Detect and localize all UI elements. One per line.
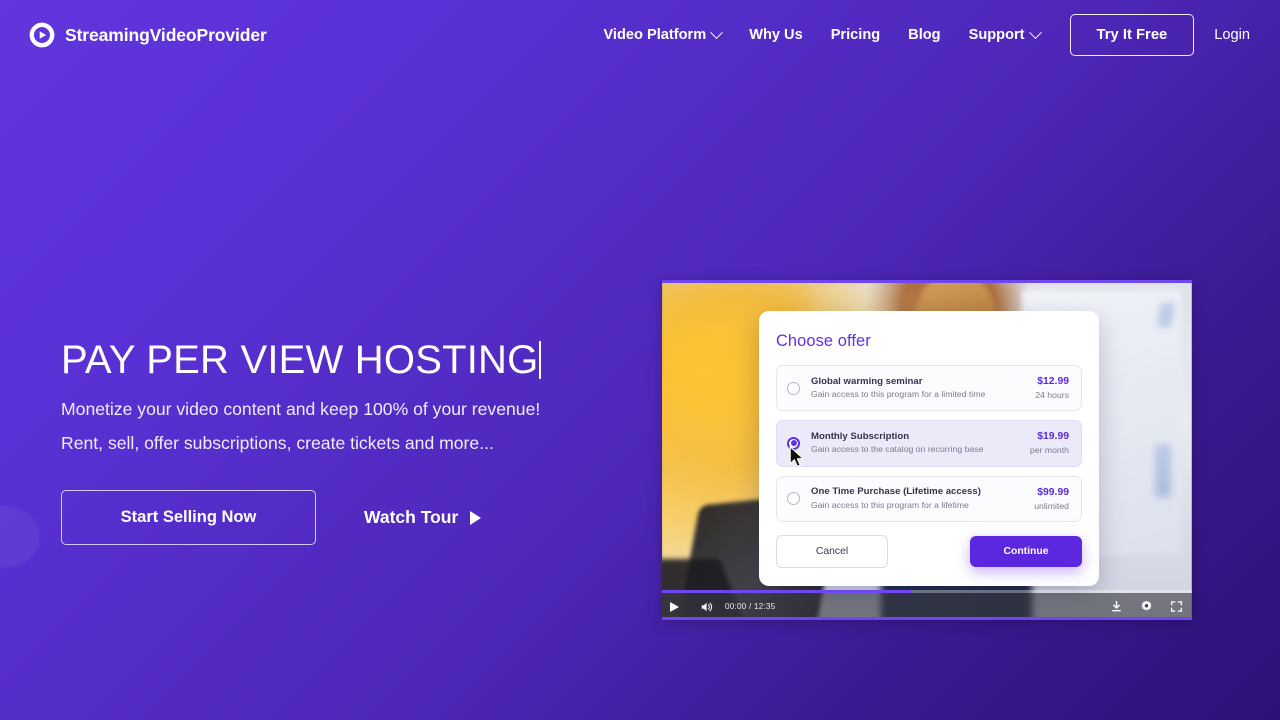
offer-texts: One Time Purchase (Lifetime access) Gain… bbox=[811, 486, 1026, 511]
nav-label: Support bbox=[968, 27, 1025, 43]
start-selling-now-button[interactable]: Start Selling Now bbox=[61, 490, 316, 546]
continue-button[interactable]: Continue bbox=[970, 535, 1082, 567]
offer-texts: Global warming seminar Gain access to th… bbox=[811, 376, 1027, 401]
video-controls-left: 00:00 / 12:35 bbox=[670, 600, 775, 614]
brand-logo[interactable]: StreamingVideoProvider bbox=[28, 21, 267, 49]
offer-row-monthly-subscription[interactable]: Monthly Subscription Gain access to the … bbox=[776, 420, 1082, 467]
offer-pricing: $19.99 per month bbox=[1022, 430, 1069, 456]
watch-tour-label: Watch Tour bbox=[364, 507, 459, 528]
play-circle-icon bbox=[29, 22, 55, 48]
offer-description: Gain access to this program for a limite… bbox=[811, 389, 986, 400]
video-screen-mark bbox=[1157, 303, 1176, 328]
nav-item-pricing[interactable]: Pricing bbox=[817, 19, 894, 51]
fullscreen-icon[interactable] bbox=[1169, 600, 1183, 614]
offer-price: $99.99 bbox=[1037, 486, 1069, 498]
nav-label: Why Us bbox=[749, 27, 803, 43]
hero-subtitle-line-2: Rent, sell, offer subscriptions, create … bbox=[61, 432, 494, 453]
page-title-text: PAY PER VIEW HOSTING bbox=[61, 338, 539, 382]
nav-item-why-us[interactable]: Why Us bbox=[735, 19, 817, 51]
offer-description: Gain access to this program for a lifeti… bbox=[811, 499, 969, 510]
offer-texts: Monthly Subscription Gain access to the … bbox=[811, 431, 1022, 456]
player-top-accent bbox=[662, 280, 1192, 283]
play-icon[interactable] bbox=[670, 601, 679, 612]
login-link[interactable]: Login bbox=[1206, 19, 1256, 51]
brand-name: StreamingVideoProvider bbox=[65, 24, 267, 45]
nav-item-video-platform[interactable]: Video Platform bbox=[589, 19, 735, 51]
video-time-display: 00:00 / 12:35 bbox=[725, 602, 776, 611]
hero-content: PAY PER VIEW HOSTING Monetize your video… bbox=[61, 340, 631, 546]
radio-icon-selected[interactable] bbox=[787, 436, 800, 450]
dialog-title: Choose offer bbox=[776, 332, 871, 350]
gear-icon[interactable] bbox=[1139, 600, 1153, 614]
landing-page: StreamingVideoProvider Video Platform Wh… bbox=[0, 0, 1280, 720]
video-player[interactable]: Choose offer Global warming seminar Gain… bbox=[662, 280, 1192, 620]
play-icon bbox=[470, 510, 482, 525]
nav-item-blog[interactable]: Blog bbox=[894, 19, 954, 51]
offer-name: Monthly Subscription bbox=[811, 431, 910, 443]
choose-offer-dialog: Choose offer Global warming seminar Gain… bbox=[759, 311, 1099, 586]
offer-period: per month bbox=[1029, 445, 1069, 456]
volume-icon[interactable] bbox=[700, 600, 714, 614]
nav-label: Video Platform bbox=[603, 27, 707, 43]
hero-actions: Start Selling Now Watch Tour bbox=[61, 490, 631, 546]
chevron-down-icon bbox=[1028, 25, 1042, 39]
player-bottom-accent bbox=[662, 617, 1192, 620]
text-cursor bbox=[539, 341, 542, 379]
video-screen-block bbox=[1155, 443, 1172, 498]
cancel-button[interactable]: Cancel bbox=[776, 534, 888, 568]
offer-price: $12.99 bbox=[1037, 376, 1069, 387]
page-title: PAY PER VIEW HOSTING bbox=[61, 340, 631, 380]
offer-name: One Time Purchase (Lifetime access) bbox=[811, 486, 981, 498]
offer-price: $19.99 bbox=[1037, 431, 1069, 443]
dialog-actions: Cancel Continue bbox=[776, 534, 1082, 568]
offer-name: Global warming seminar bbox=[811, 375, 923, 387]
offer-description: Gain access to the catalog on recurring … bbox=[811, 444, 984, 455]
try-it-free-button[interactable]: Try It Free bbox=[1069, 14, 1195, 56]
hero-subtitle-line-1: Monetize your video content and keep 100… bbox=[61, 399, 541, 419]
watch-tour-button[interactable]: Watch Tour bbox=[364, 507, 482, 528]
nav-label: Pricing bbox=[830, 27, 881, 43]
main-navigation: Video Platform Why Us Pricing Blog Suppo… bbox=[589, 14, 1256, 56]
nav-label: Blog bbox=[908, 27, 941, 43]
offer-row-global-warming-seminar[interactable]: Global warming seminar Gain access to th… bbox=[776, 365, 1082, 412]
offer-period: unlimited bbox=[1034, 500, 1069, 511]
download-icon[interactable] bbox=[1109, 600, 1123, 614]
decorative-blob bbox=[0, 506, 40, 568]
offer-row-one-time-purchase[interactable]: One Time Purchase (Lifetime access) Gain… bbox=[776, 475, 1082, 522]
radio-icon[interactable] bbox=[787, 492, 800, 506]
video-control-bar: 00:00 / 12:35 bbox=[662, 593, 1192, 620]
nav-item-support[interactable]: Support bbox=[955, 19, 1054, 51]
radio-icon[interactable] bbox=[787, 381, 800, 395]
chevron-down-icon bbox=[710, 25, 724, 39]
video-controls-right bbox=[1109, 600, 1183, 614]
site-header: StreamingVideoProvider Video Platform Wh… bbox=[0, 0, 1280, 70]
offer-pricing: $99.99 unlimited bbox=[1026, 486, 1069, 512]
offer-period: 24 hours bbox=[1035, 390, 1069, 400]
offer-pricing: $12.99 24 hours bbox=[1027, 375, 1069, 401]
